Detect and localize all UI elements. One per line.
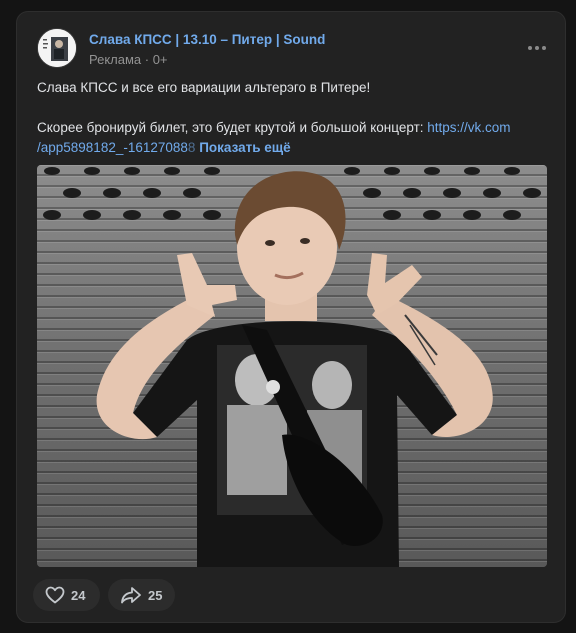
author-avatar[interactable] bbox=[37, 28, 77, 68]
post-text-line-1: Слава КПСС и все его вариации альтерэго … bbox=[37, 80, 371, 95]
post-text-paragraph-2: Скорее бронируй билет, это будет крутой … bbox=[37, 118, 537, 158]
post-text: Слава КПСС и все его вариации альтерэго … bbox=[37, 78, 537, 158]
post-link-part-1: https://vk.com bbox=[427, 120, 511, 135]
post-photo[interactable] bbox=[37, 165, 547, 567]
heart-icon bbox=[45, 586, 65, 604]
share-button[interactable]: 25 bbox=[108, 579, 175, 611]
share-arrow-icon bbox=[121, 587, 141, 604]
avatar-image bbox=[38, 29, 76, 67]
share-count: 25 bbox=[148, 587, 163, 603]
post-link-part-2: /app5898182_-16127088 bbox=[37, 140, 188, 155]
more-dots-icon[interactable] bbox=[525, 38, 549, 58]
like-button[interactable]: 24 bbox=[33, 579, 100, 611]
like-count: 24 bbox=[71, 587, 86, 603]
show-more-button[interactable]: Показать ещё bbox=[199, 140, 291, 155]
post-text-line-2: Скорее бронируй билет, это будет крутой … bbox=[37, 120, 428, 135]
post-photo-image bbox=[37, 165, 547, 567]
post-meta: Реклама · 0+ bbox=[89, 52, 168, 67]
post-actions: 24 25 bbox=[33, 579, 175, 611]
post-author-name[interactable]: Слава КПСС | 13.10 – Питер | Sound bbox=[89, 32, 325, 47]
post-card: Слава КПСС | 13.10 – Питер | Sound Рекла… bbox=[16, 11, 566, 623]
post-link-faded: 8 bbox=[187, 140, 196, 155]
